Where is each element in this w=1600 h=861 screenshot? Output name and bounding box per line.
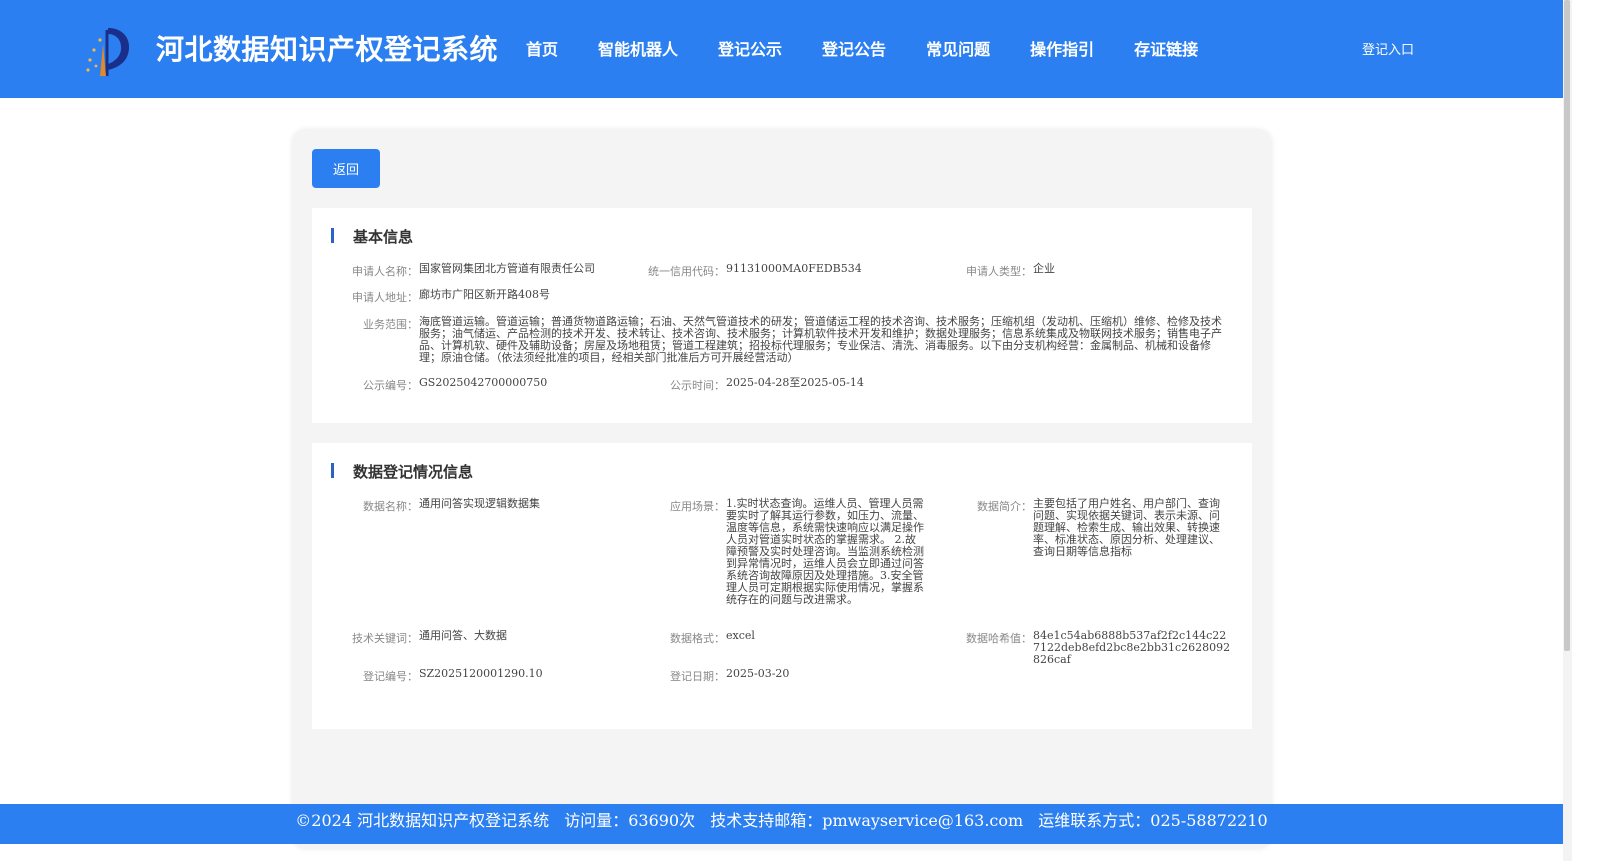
login-link[interactable]: 登记入口 (1362, 39, 1414, 58)
data-hash-value: 84e1c54ab6888b537af2f2c144c227122deb8efd… (1033, 629, 1231, 666)
nav-registration-publicity[interactable]: 登记公示 (698, 36, 802, 60)
credit-code-value: 91131000MA0FEDB534 (726, 262, 862, 275)
data-format-label: 数据格式： (670, 632, 725, 645)
registration-date-label: 登记日期： (670, 670, 725, 683)
nav-smart-robot[interactable]: 智能机器人 (578, 36, 698, 60)
registration-info-title: 数据登记情况信息 (353, 463, 474, 481)
applicant-name-value: 国家管网集团北方管道有限责任公司 (419, 262, 595, 275)
data-name-value: 通用问答实现逻辑数据集 (419, 497, 540, 510)
footer-support-email: 技术支持邮箱：pmwayservice@163.com (710, 811, 1024, 830)
publicity-time-label: 公示时间： (670, 379, 725, 392)
top-header: 河北数据知识产权登记系统 首页 智能机器人 登记公示 登记公告 常见问题 操作指… (0, 0, 1563, 98)
registration-date-value: 2025-03-20 (726, 667, 790, 680)
data-format-value: excel (726, 629, 755, 642)
nav-operation-guide[interactable]: 操作指引 (1010, 36, 1114, 60)
main-nav: 首页 智能机器人 登记公示 登记公告 常见问题 操作指引 存证链接 (506, 36, 1218, 60)
footer-phone: 运维联系方式：025-58872210 (1038, 811, 1268, 830)
publicity-time-value: 2025-04-28至2025-05-14 (726, 376, 864, 389)
applicant-type-label: 申请人类型： (966, 265, 1032, 278)
tech-keywords-label: 技术关键词： (352, 632, 418, 645)
address-label: 申请人地址： (352, 291, 418, 304)
tech-keywords-value: 通用问答、大数据 (419, 629, 507, 642)
data-name-label: 数据名称： (363, 500, 418, 513)
credit-code-label: 统一信用代码： (648, 265, 725, 278)
section-marker (331, 228, 334, 243)
registration-no-label: 登记编号： (363, 670, 418, 683)
scenario-value: 1.实时状态查询。运维人员、管理人员需要实时了解其运行参数，如压力、流量、温度等… (726, 497, 924, 606)
pen-nib-logo-icon[interactable] (80, 24, 134, 78)
business-scope-label: 业务范围： (363, 318, 418, 331)
footer-copyright: ©2024 河北数据知识产权登记系统 (295, 811, 550, 830)
nav-evidence-link[interactable]: 存证链接 (1114, 36, 1218, 60)
business-scope-value: 海底管道运输。管道运输；普通货物道路运输；石油、天然气管道技术的研发；管道储运工… (419, 315, 1222, 364)
footer-visits: 访问量：63690次 (564, 811, 696, 830)
applicant-type-value: 企业 (1033, 262, 1055, 275)
nav-faq[interactable]: 常见问题 (906, 36, 1010, 60)
scrollbar-thumb[interactable] (1564, 0, 1570, 651)
address-value: 廊坊市广阳区新开路408号 (419, 288, 550, 301)
publicity-no-label: 公示编号： (363, 379, 418, 392)
scenario-label: 应用场景： (670, 500, 725, 513)
publicity-no-value: GS2025042700000750 (419, 376, 548, 389)
basic-info-title: 基本信息 (353, 228, 414, 246)
registration-no-value: SZ2025120001290.10 (419, 667, 543, 680)
back-button[interactable]: 返回 (312, 149, 380, 188)
data-intro-label: 数据简介： (977, 500, 1032, 513)
applicant-name-label: 申请人名称： (352, 265, 418, 278)
data-hash-label: 数据哈希值： (966, 632, 1032, 645)
site-title: 河北数据知识产权登记系统 (156, 33, 499, 66)
page-footer: ©2024 河北数据知识产权登记系统 访问量：63690次 技术支持邮箱：pmw… (0, 804, 1563, 844)
nav-home[interactable]: 首页 (506, 36, 578, 60)
section-marker (331, 463, 334, 478)
data-intro-value: 主要包括了用户姓名、用户部门、查询问题、实现依据关键词、表示未源、问题理解、检索… (1033, 497, 1220, 558)
nav-registration-announcement[interactable]: 登记公告 (802, 36, 906, 60)
footer-text: ©2024 河北数据知识产权登记系统 访问量：63690次 技术支持邮箱：pmw… (0, 804, 1563, 844)
